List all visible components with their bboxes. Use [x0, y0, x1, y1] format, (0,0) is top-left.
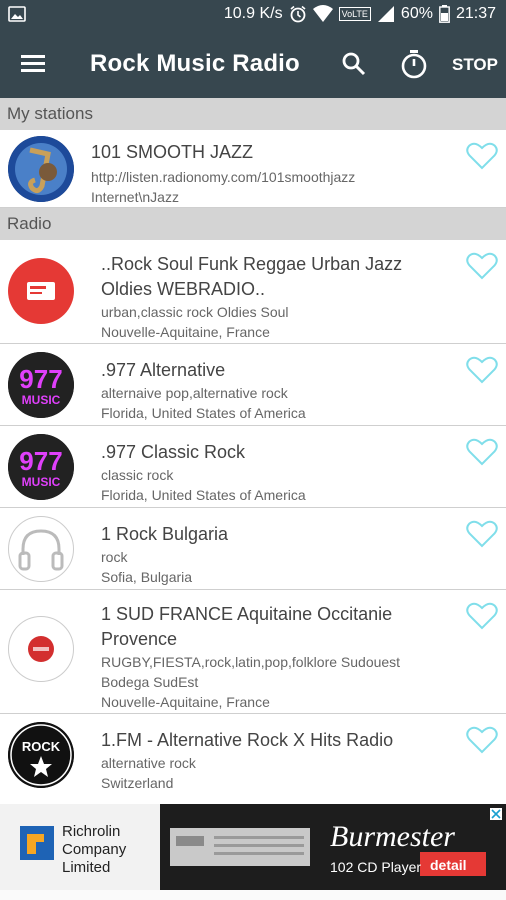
favorite-heart-icon[interactable]	[466, 142, 498, 170]
station-name: 1 Rock Bulgaria	[101, 524, 229, 544]
station-logo: ROCK	[8, 722, 74, 788]
station-name: .977 Classic Rock	[101, 442, 246, 462]
station-name-line1: ..Rock Soul Funk Reggae Urban Jazz	[101, 254, 403, 274]
list-item[interactable]: 101 SMOOTH JAZZ http://listen.radionomy.…	[0, 130, 506, 208]
network-speed: 10.9 K/s	[223, 5, 283, 22]
radio-card-icon	[27, 282, 55, 300]
bottom-edge	[0, 890, 506, 900]
app-bar: Rock Music Radio STOP	[0, 30, 506, 98]
list-item[interactable]: 1 Rock Bulgaria rock Sofia, Bulgaria	[0, 508, 506, 590]
menu-icon[interactable]	[18, 50, 48, 78]
gallery-notification-icon	[8, 6, 26, 22]
station-location: Nouvelle-Aquitaine, France	[101, 324, 270, 340]
station-location: Florida, United States of America	[101, 487, 306, 503]
sleep-timer-icon[interactable]	[398, 48, 430, 80]
station-tags: rock	[101, 549, 128, 565]
station-tags: urban,classic rock Oldies Soul	[101, 304, 289, 320]
ad-banner[interactable]: Richrolin Company Limited Burmester 102 …	[0, 804, 506, 890]
list-item[interactable]: ROCK 1.FM - Alternative Rock X Hits Radi…	[0, 714, 506, 804]
station-name-line2: Provence	[101, 629, 178, 649]
station-tags: alternaive pop,alternative rock	[101, 385, 288, 401]
station-logo: 977 MUSIC	[8, 352, 74, 418]
station-logo	[8, 616, 74, 682]
cellular-signal-icon	[377, 6, 394, 22]
favorite-heart-icon[interactable]	[466, 520, 498, 548]
favorite-heart-icon[interactable]	[466, 356, 498, 384]
station-location: Nouvelle-Aquitaine, France	[101, 694, 270, 710]
list-item[interactable]: ..Rock Soul Funk Reggae Urban Jazz Oldie…	[0, 240, 506, 344]
station-tags: alternative rock	[101, 755, 196, 771]
station-location: Florida, United States of America	[101, 405, 306, 421]
logo-977-graphic: 977 MUSIC	[8, 352, 74, 418]
logo-977-text: 977	[19, 364, 62, 394]
battery-icon	[439, 5, 450, 23]
ad-cta: detail	[430, 857, 467, 873]
logo-rock-text: ROCK	[22, 739, 61, 754]
station-logo	[8, 258, 74, 324]
ad-company-line2: Company	[62, 841, 127, 858]
station-genre: Internet\nJazz	[91, 189, 179, 205]
section-header-my-stations: My stations	[0, 98, 506, 130]
logo-977-graphic: 977 MUSIC	[8, 434, 74, 500]
ad-brand: Burmester	[330, 820, 455, 853]
ad-company-line1: Richrolin	[62, 823, 120, 840]
volte-badge: VoLTE	[338, 7, 371, 21]
station-list: My stations 101 SMOOTH JAZZ http://liste…	[0, 98, 506, 804]
clock: 21:37	[455, 5, 496, 22]
search-icon[interactable]	[340, 50, 368, 78]
ad-product: 102 CD Player	[330, 859, 421, 875]
alarm-icon	[290, 5, 306, 23]
list-item[interactable]: 977 MUSIC .977 Alternative alternaive po…	[0, 344, 506, 426]
station-url: http://listen.radionomy.com/101smoothjaz…	[91, 169, 356, 185]
logo-977-text: 977	[19, 446, 62, 476]
logo-music-text: MUSIC	[22, 475, 61, 489]
station-name: 101 SMOOTH JAZZ	[91, 142, 254, 162]
station-logo	[8, 516, 74, 582]
station-location: Switzerland	[101, 775, 174, 791]
list-item[interactable]: 1 SUD FRANCE Aquitaine Occitanie Provenc…	[0, 590, 506, 714]
ad-company-line3: Limited	[62, 859, 110, 876]
page-title: Rock Music Radio	[90, 50, 300, 77]
station-tags-line2: Bodega SudEst	[101, 674, 199, 690]
favorite-heart-icon[interactable]	[466, 602, 498, 630]
favorite-heart-icon[interactable]	[466, 726, 498, 754]
sud-france-logo-icon	[28, 636, 54, 662]
favorite-heart-icon[interactable]	[466, 252, 498, 280]
saxophone-icon	[8, 136, 74, 202]
station-tags: classic rock	[101, 467, 174, 483]
ad-graphic: Richrolin Company Limited Burmester 102 …	[0, 804, 506, 890]
status-bar: 10.9 K/s VoLTE 60% 21:37	[0, 0, 506, 30]
section-header-radio: Radio	[0, 208, 506, 240]
station-name: 1.FM - Alternative Rock X Hits Radio	[101, 730, 394, 750]
stop-button[interactable]: STOP	[452, 55, 498, 75]
wifi-icon	[312, 5, 333, 22]
favorite-heart-icon[interactable]	[466, 438, 498, 466]
logo-music-text: MUSIC	[22, 393, 61, 407]
battery-percent: 60%	[400, 5, 433, 22]
station-tags-line1: RUGBY,FIESTA,rock,latin,pop,folklore Sud…	[101, 654, 401, 670]
rock-star-logo-icon: ROCK	[8, 722, 74, 788]
station-logo	[8, 136, 74, 202]
station-logo: 977 MUSIC	[8, 434, 74, 500]
station-name-line1: 1 SUD FRANCE Aquitaine Occitanie	[101, 604, 393, 624]
headphones-icon	[18, 529, 64, 571]
list-item[interactable]: 977 MUSIC .977 Classic Rock classic rock…	[0, 426, 506, 508]
station-name-line2: Oldies WEBRADIO..	[101, 279, 266, 299]
station-name: .977 Alternative	[101, 360, 226, 380]
station-location: Sofia, Bulgaria	[101, 569, 193, 585]
